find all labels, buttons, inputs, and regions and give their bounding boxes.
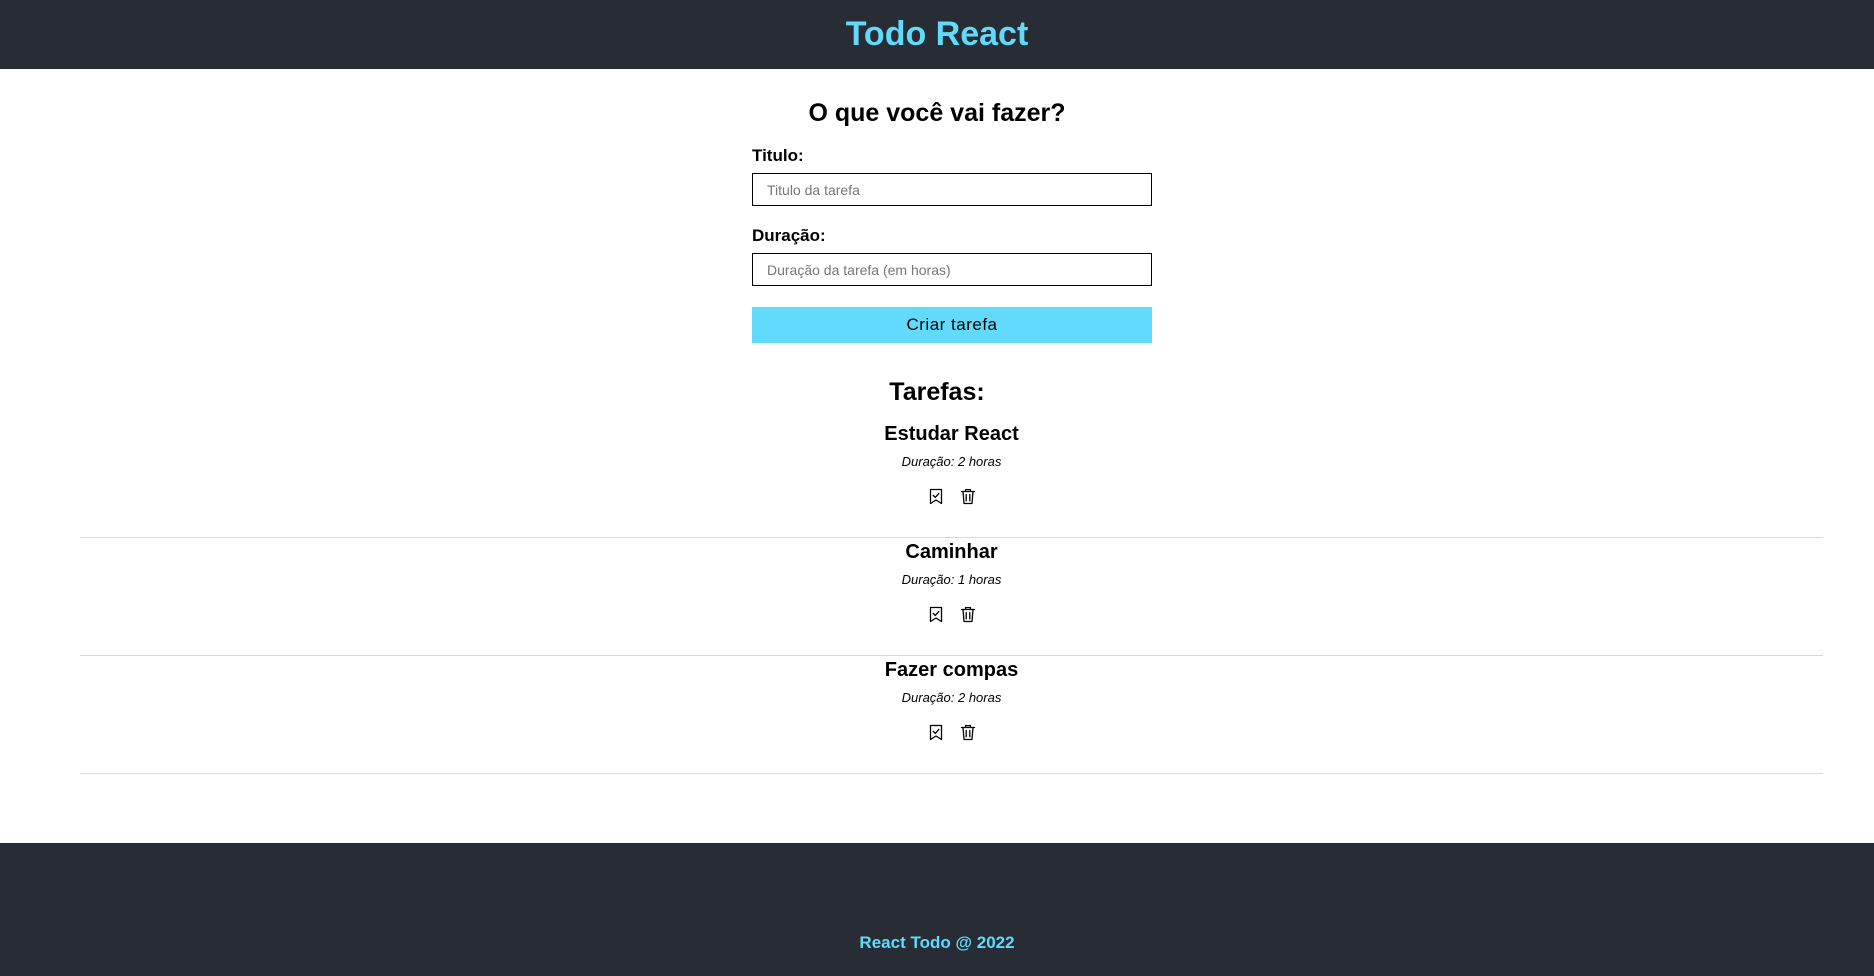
task-actions <box>80 605 1823 624</box>
task-list: Estudar React Duração: 2 horas Caminhar … <box>80 420 1823 774</box>
task-item: Fazer compas Duração: 2 horas <box>80 656 1823 774</box>
task-duration: Duração: 2 horas <box>901 690 1002 705</box>
app-title: Todo React <box>845 15 1029 53</box>
task-item: Caminhar Duração: 1 horas <box>80 538 1823 656</box>
app-header: Todo React <box>0 0 1874 69</box>
bookmark-check-icon[interactable] <box>927 723 945 742</box>
duration-input[interactable] <box>752 253 1152 286</box>
app-footer: React Todo @ 2022 <box>0 843 1874 976</box>
task-title: Fazer compas <box>884 659 1019 681</box>
form-heading: O que você vai fazer? <box>808 99 1066 127</box>
task-actions <box>80 723 1823 742</box>
task-duration: Duração: 1 horas <box>901 572 1002 587</box>
create-task-button[interactable]: Criar tarefa <box>752 307 1152 343</box>
title-label: Titulo: <box>752 146 804 165</box>
footer-text: React Todo @ 2022 <box>859 933 1015 952</box>
duration-label: Duração: <box>752 226 826 245</box>
task-item: Estudar React Duração: 2 horas <box>80 420 1823 538</box>
task-title: Caminhar <box>905 541 998 563</box>
tasks-heading: Tarefas: <box>889 378 985 406</box>
task-duration: Duração: 2 horas <box>901 454 1002 469</box>
task-actions <box>80 487 1823 506</box>
trash-icon[interactable] <box>959 487 977 506</box>
bookmark-check-icon[interactable] <box>927 487 945 506</box>
bookmark-check-icon[interactable] <box>927 605 945 624</box>
title-input[interactable] <box>752 173 1152 206</box>
task-title: Estudar React <box>884 423 1019 445</box>
trash-icon[interactable] <box>959 605 977 624</box>
task-form: Titulo: Duração: Criar tarefa <box>752 146 1152 343</box>
trash-icon[interactable] <box>959 723 977 742</box>
